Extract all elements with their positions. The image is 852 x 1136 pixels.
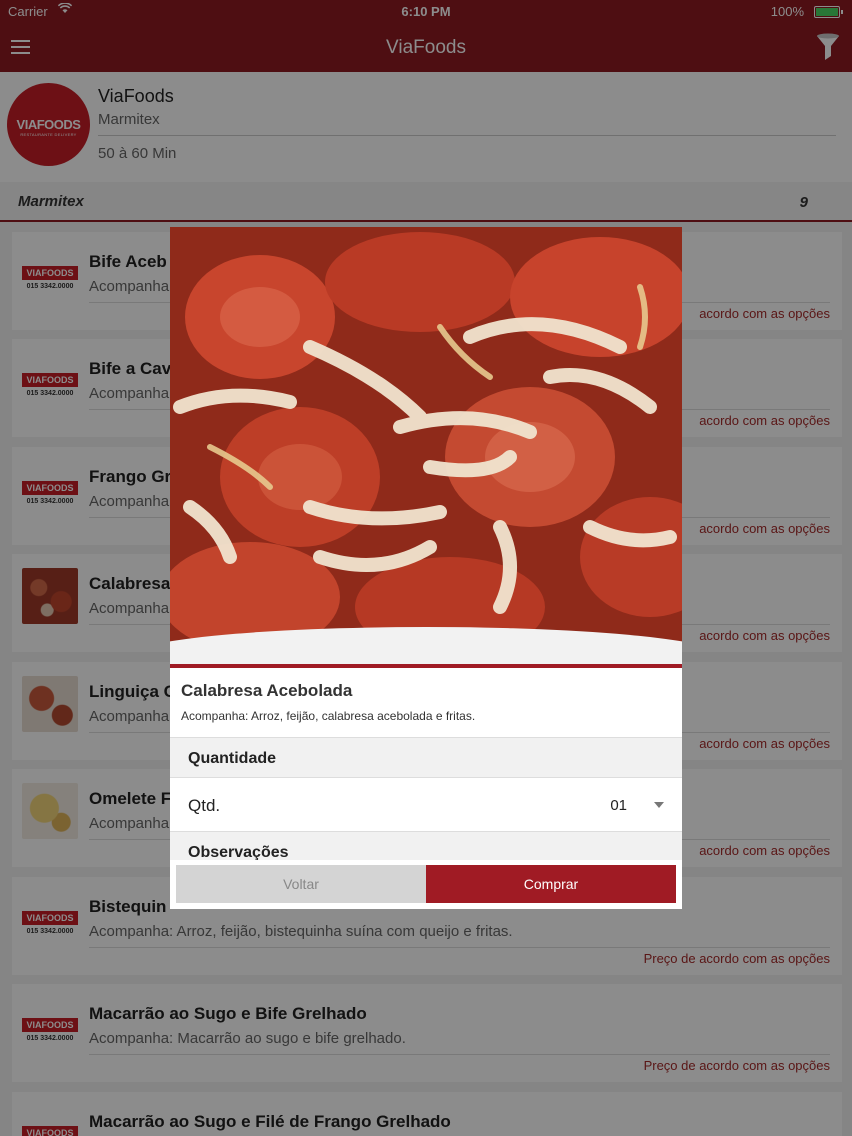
- quantity-section-header: Quantidade: [170, 737, 682, 778]
- chevron-down-icon: [654, 802, 664, 808]
- divider: [170, 664, 682, 668]
- quantity-value: 01: [610, 797, 627, 814]
- buy-button[interactable]: Comprar: [426, 865, 676, 903]
- product-modal: Calabresa Acebolada Acompanha: Arroz, fe…: [170, 227, 682, 909]
- back-button[interactable]: Voltar: [176, 865, 426, 903]
- product-title: Calabresa Acebolada: [181, 681, 353, 700]
- quantity-select[interactable]: Qtd. 01: [170, 778, 682, 831]
- quantity-label: Qtd.: [188, 796, 221, 815]
- product-photo: [170, 227, 682, 667]
- modal-footer: Voltar Comprar: [170, 860, 682, 909]
- product-description: Acompanha: Arroz, feijão, calabresa aceb…: [181, 709, 476, 723]
